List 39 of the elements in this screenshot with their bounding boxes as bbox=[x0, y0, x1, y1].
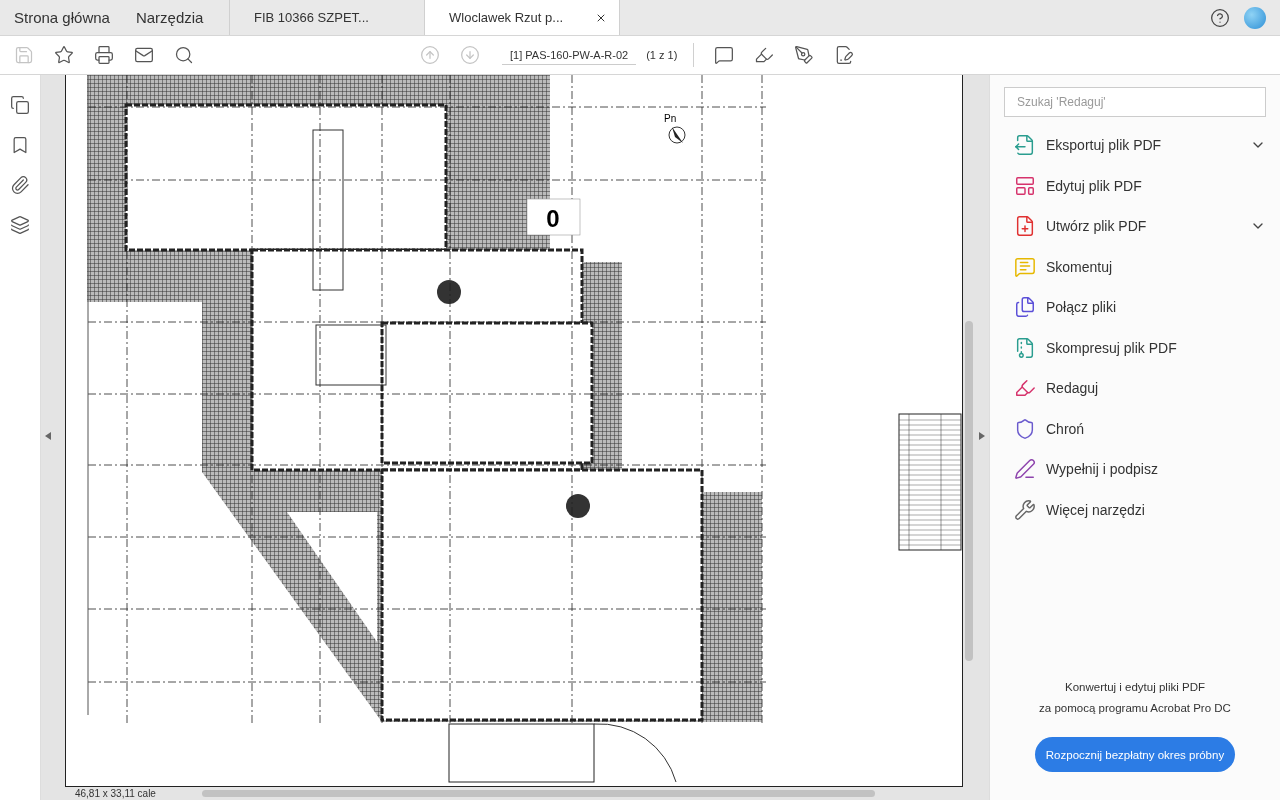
shield-icon bbox=[1014, 417, 1036, 440]
pages-icon[interactable] bbox=[9, 95, 30, 115]
trial-button[interactable]: Rozpocznij bezpłatny okres próbny bbox=[1034, 737, 1236, 772]
document-tab[interactable]: Wloclawek Rzut p... bbox=[425, 0, 620, 35]
tool-item[interactable]: Więcej narzędzi bbox=[1004, 489, 1266, 530]
tool-item[interactable]: Redaguj bbox=[1004, 368, 1266, 409]
vertical-scrollbar[interactable] bbox=[964, 321, 973, 661]
tool-item[interactable]: Połącz pliki bbox=[1004, 287, 1266, 328]
tool-item[interactable]: Skompresuj plik PDF bbox=[1004, 327, 1266, 368]
collapse-left-icon[interactable] bbox=[44, 432, 51, 440]
page-size: 46,81 x 33,11 cale bbox=[74, 787, 156, 799]
file-compress-icon bbox=[1014, 336, 1036, 359]
wrench-icon bbox=[1014, 498, 1036, 521]
tool-item[interactable]: Eksportuj plik PDF bbox=[1004, 125, 1266, 166]
promo-text: Konwertuj i edytuj pliki PDF bbox=[1065, 681, 1205, 693]
tool-item[interactable]: Skomentuj bbox=[1004, 246, 1266, 287]
north-label: Pn bbox=[663, 113, 677, 124]
file-export-icon bbox=[1014, 134, 1036, 157]
page-field[interactable]: [1] PAS-160-PW-A-R-02 bbox=[502, 45, 637, 65]
help-icon[interactable] bbox=[1210, 7, 1230, 28]
page-count: (1 z 1) bbox=[646, 49, 678, 61]
comment-icon bbox=[1014, 255, 1036, 278]
paperclip-icon[interactable] bbox=[9, 175, 30, 195]
tool-item[interactable]: Wypełnij i podpisz bbox=[1004, 449, 1266, 490]
level-label: 0 bbox=[546, 205, 560, 232]
file-plus-icon bbox=[1014, 215, 1036, 238]
horizontal-scrollbar[interactable] bbox=[201, 789, 875, 797]
nav-link[interactable]: Narzędzia bbox=[122, 0, 217, 35]
nav-link[interactable]: Strona główna bbox=[1, 0, 123, 35]
search-field[interactable]: Szukaj 'Redaguj' bbox=[1004, 87, 1266, 117]
promo-text: za pomocą programu Acrobat Pro DC bbox=[1039, 702, 1231, 714]
expand-right-icon[interactable] bbox=[978, 432, 985, 440]
tool-item[interactable]: Utwórz plik PDF bbox=[1004, 206, 1266, 247]
pen-icon bbox=[1014, 458, 1036, 481]
layers-icon[interactable] bbox=[9, 215, 30, 235]
files-icon bbox=[1014, 296, 1036, 319]
layout-icon bbox=[1014, 174, 1036, 197]
tool-item[interactable]: Edytuj plik PDF bbox=[1004, 165, 1266, 206]
tool-item[interactable]: Chroń bbox=[1004, 408, 1266, 449]
